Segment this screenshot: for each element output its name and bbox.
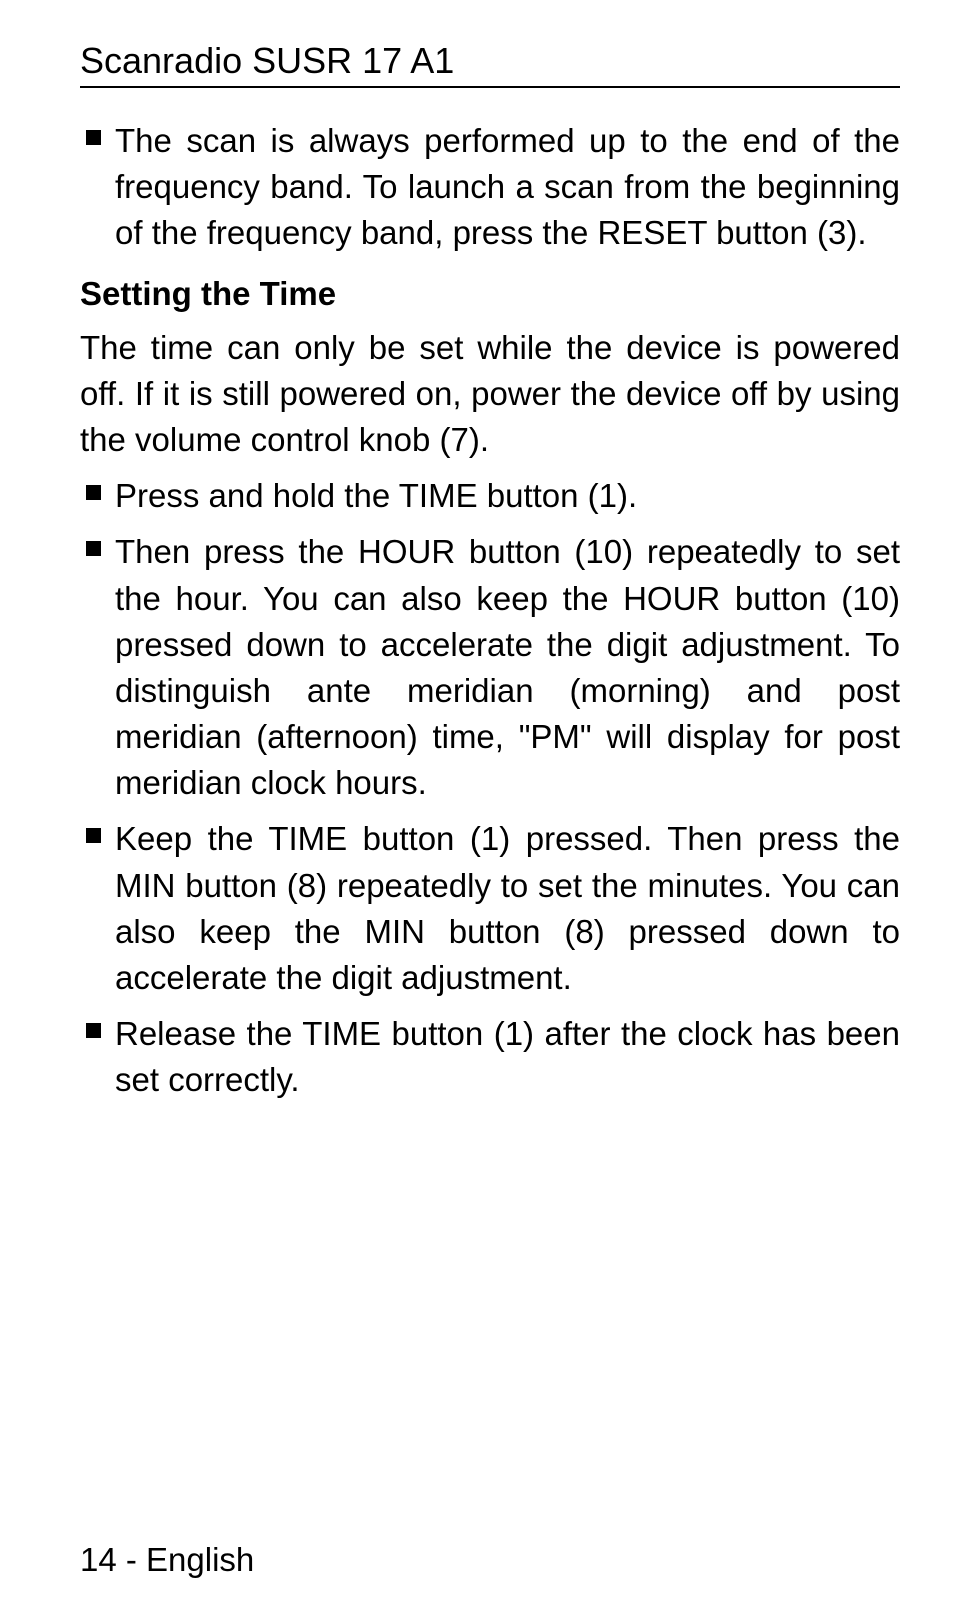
bullet-icon	[86, 541, 101, 556]
bullet-icon	[86, 828, 101, 843]
page-header: Scanradio SUSR 17 A1	[80, 40, 900, 82]
list-item: Then press the HOUR button (10) repeated…	[80, 529, 900, 806]
bullet-text: Release the TIME button (1) after the cl…	[115, 1011, 900, 1103]
bullet-icon	[86, 130, 101, 145]
list-item: The scan is always performed up to the e…	[80, 118, 900, 257]
page-footer: 14 - English	[80, 1541, 254, 1579]
body-paragraph: The time can only be set while the devic…	[80, 325, 900, 464]
list-item: Keep the TIME button (1) pressed. Then p…	[80, 816, 900, 1001]
bullet-text: Then press the HOUR button (10) repeated…	[115, 529, 900, 806]
bullet-text: The scan is always performed up to the e…	[115, 118, 900, 257]
bullet-text: Keep the TIME button (1) pressed. Then p…	[115, 816, 900, 1001]
bullet-icon	[86, 485, 101, 500]
list-item: Press and hold the TIME button (1).	[80, 473, 900, 519]
bullet-icon	[86, 1023, 101, 1038]
header-divider	[80, 86, 900, 88]
bullet-text: Press and hold the TIME button (1).	[115, 473, 900, 519]
list-item: Release the TIME button (1) after the cl…	[80, 1011, 900, 1103]
subheading-setting-time: Setting the Time	[80, 275, 900, 313]
